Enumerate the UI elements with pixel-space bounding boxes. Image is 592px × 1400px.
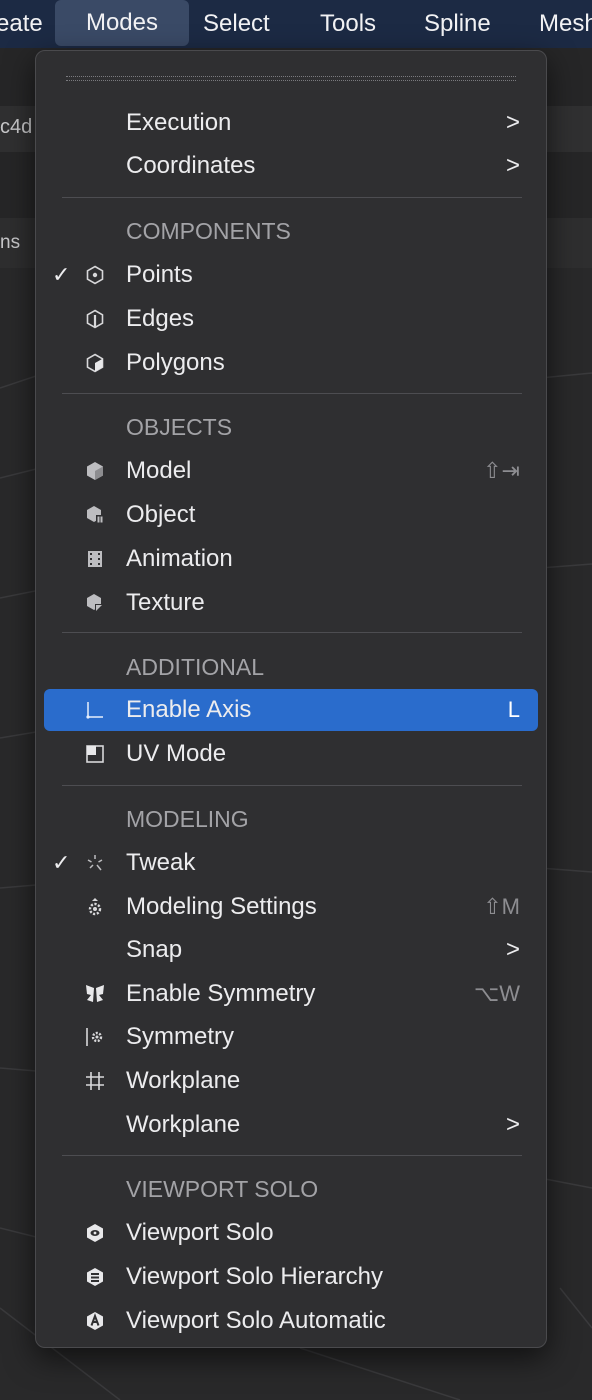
menu-item-animation[interactable]: Animation (44, 538, 538, 580)
menu-item-label: Snap (126, 936, 183, 963)
submenu-arrow-icon: > (505, 152, 520, 179)
viewport-toolbar-label[interactable]: ns (0, 232, 20, 254)
section-header-additional: ADDITIONAL (126, 654, 265, 680)
viewport-solo-hierarchy-icon (84, 1266, 106, 1288)
menu-item-label: Coordinates (126, 152, 256, 179)
menu-separator (62, 197, 522, 198)
menu-item-label: Polygons (126, 349, 225, 376)
edges-mode-icon (84, 308, 106, 330)
menu-item-label: Modeling Settings (126, 893, 317, 920)
animation-mode-icon (84, 548, 106, 570)
menu-item-viewport-solo[interactable]: Viewport Solo (44, 1212, 538, 1254)
model-mode-icon (84, 460, 106, 482)
shortcut-hint: L (507, 697, 520, 722)
menu-item-label: Workplane (126, 1067, 241, 1094)
menu-item-snap[interactable]: Snap > (44, 929, 538, 971)
menu-item-label: Texture (126, 589, 205, 616)
menu-item-symmetry[interactable]: Symmetry (44, 1016, 538, 1058)
symmetry-icon (84, 1026, 106, 1048)
menu-item-label: Tweak (126, 849, 196, 876)
tweak-icon (84, 852, 106, 874)
menu-item-label: Animation (126, 545, 233, 572)
menu-separator (62, 393, 522, 394)
menu-item-texture[interactable]: Texture (44, 582, 538, 624)
shortcut-hint: ⇧⇥ (483, 458, 520, 483)
tear-off-grip[interactable] (66, 76, 516, 81)
menu-item-enable-axis[interactable]: Enable Axis L (44, 689, 538, 731)
menu-item-label: UV Mode (126, 740, 227, 767)
menu-tools[interactable]: Tools (320, 0, 376, 48)
section-header-components: COMPONENTS (126, 218, 291, 244)
menu-separator (62, 1155, 522, 1156)
menu-bar: eate Modes Select Tools Spline Mesh (0, 0, 592, 48)
menu-item-points[interactable]: ✓ Points (44, 254, 538, 296)
menu-item-label: Enable Axis (126, 696, 252, 723)
menu-item-uv-mode[interactable]: UV Mode (44, 733, 538, 775)
modeling-settings-icon (84, 896, 106, 918)
shortcut-hint: ⌥W (473, 981, 520, 1006)
menu-item-tweak[interactable]: ✓ Tweak (44, 842, 538, 884)
symmetry-butterfly-icon (84, 983, 106, 1005)
menu-item-label: Symmetry (126, 1023, 234, 1050)
section-header-objects: OBJECTS (126, 414, 233, 440)
checkmark-icon: ✓ (52, 262, 71, 287)
menu-item-label: Execution (126, 109, 232, 136)
menu-select[interactable]: Select (203, 0, 270, 48)
document-tab[interactable]: c4d (0, 116, 32, 139)
menu-item-label: Edges (126, 305, 195, 332)
workplane-grid-icon (84, 1070, 106, 1092)
polygons-mode-icon (84, 352, 106, 374)
menu-item-model[interactable]: Model ⇧⇥ (44, 450, 538, 492)
menu-mesh[interactable]: Mesh (539, 0, 592, 48)
menu-item-modeling-settings[interactable]: Modeling Settings ⇧M (44, 886, 538, 928)
shortcut-hint: ⇧M (483, 894, 520, 919)
menu-item-label: Viewport Solo Hierarchy (126, 1263, 384, 1290)
axis-icon (84, 699, 106, 721)
menu-item-label: Points (126, 261, 193, 288)
menu-item-label: Enable Symmetry (126, 980, 316, 1007)
submenu-arrow-icon: > (505, 109, 520, 136)
section-header-viewport-solo: VIEWPORT SOLO (126, 1176, 319, 1202)
viewport-solo-automatic-icon (84, 1310, 106, 1332)
menu-item-object[interactable]: Object (44, 494, 538, 536)
viewport-solo-icon (84, 1222, 106, 1244)
object-mode-icon (84, 504, 106, 526)
submenu-arrow-icon: > (505, 1111, 520, 1138)
submenu-arrow-icon: > (505, 936, 520, 963)
menu-item-label: Object (126, 501, 196, 528)
section-header-modeling: MODELING (126, 806, 249, 832)
menu-item-polygons[interactable]: Polygons (44, 342, 538, 384)
menu-item-label: Viewport Solo (126, 1219, 274, 1246)
menu-item-workplane-submenu[interactable]: Workplane > (44, 1104, 538, 1146)
points-mode-icon (84, 264, 106, 286)
uv-mode-icon (84, 743, 106, 765)
texture-mode-icon (84, 592, 106, 614)
checkmark-icon: ✓ (52, 850, 71, 875)
menu-separator (62, 785, 522, 786)
menu-item-workplane[interactable]: Workplane (44, 1060, 538, 1102)
menu-item-label: Model (126, 457, 192, 484)
menu-separator (62, 632, 522, 633)
menu-item-coordinates[interactable]: Coordinates > (44, 145, 538, 187)
menu-item-viewport-solo-automatic[interactable]: Viewport Solo Automatic (44, 1300, 538, 1342)
menu-item-enable-symmetry[interactable]: Enable Symmetry ⌥W (44, 973, 538, 1015)
menu-item-edges[interactable]: Edges (44, 298, 538, 340)
menu-modes[interactable]: Modes (55, 0, 189, 46)
menu-spline[interactable]: Spline (424, 0, 491, 48)
menu-item-viewport-solo-hierarchy[interactable]: Viewport Solo Hierarchy (44, 1256, 538, 1298)
menu-item-label: Viewport Solo Automatic (126, 1307, 386, 1334)
modes-dropdown-menu: Execution > Coordinates > COMPONENTS ✓ P… (35, 50, 547, 1348)
menu-create[interactable]: eate (0, 0, 43, 48)
menu-item-label: Workplane (126, 1111, 241, 1138)
menu-item-execution[interactable]: Execution > (44, 102, 538, 144)
